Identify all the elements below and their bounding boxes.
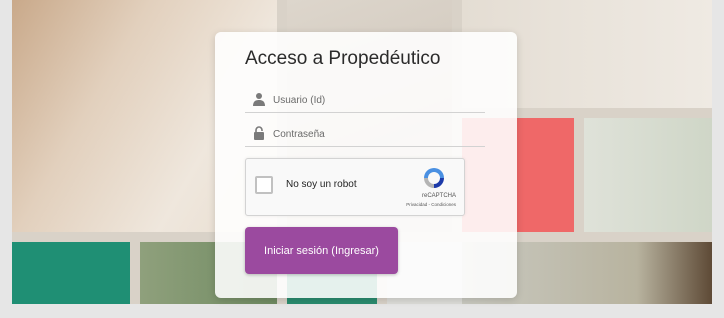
background-tile-green — [12, 242, 130, 304]
user-icon — [253, 93, 265, 106]
password-input[interactable] — [273, 126, 473, 142]
background-tile — [584, 118, 712, 232]
login-submit-button[interactable]: Iniciar sesión (Ingresar) — [245, 227, 398, 274]
username-field-row — [245, 90, 485, 113]
username-input[interactable] — [273, 92, 473, 108]
login-card: Acceso a Propedéutico No soy un robot re… — [215, 32, 517, 298]
login-title: Acceso a Propedéutico — [245, 48, 441, 69]
recaptcha-links[interactable]: Privacidad - Condiciones — [406, 202, 456, 207]
password-field-row — [245, 124, 485, 147]
recaptcha-label: No soy un robot — [286, 179, 357, 190]
recaptcha-checkbox[interactable] — [255, 176, 273, 194]
recaptcha-widget: No soy un robot reCAPTCHA Privacidad - C… — [245, 158, 465, 216]
lock-icon — [254, 126, 264, 140]
recaptcha-logo-icon — [424, 168, 444, 188]
recaptcha-brand: reCAPTCHA — [421, 193, 456, 199]
